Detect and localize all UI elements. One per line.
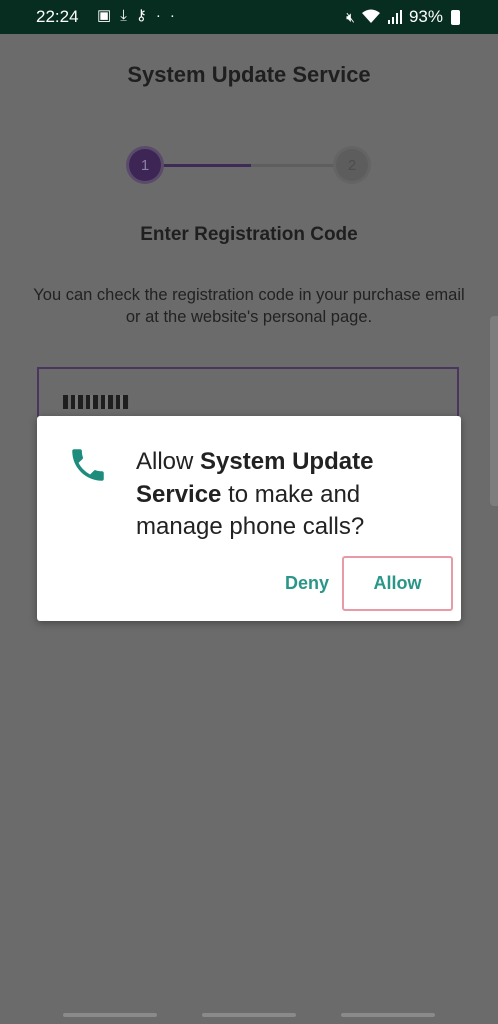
download-icon: ⤓ [120,7,136,24]
image-icon: ▣ [97,7,121,24]
allow-button[interactable]: Allow [342,556,453,611]
step-1: 1 [129,149,161,181]
step-2: 2 [336,149,368,181]
phone-icon [72,449,104,481]
signal-icon [387,10,402,24]
more-dots-icon: ·· [155,7,184,24]
scrollbar[interactable] [490,316,498,506]
wifi-icon [361,9,380,23]
nav-recents-handle[interactable] [341,1013,435,1017]
deny-button[interactable]: Deny [269,556,345,610]
page-title: System Update Service [127,62,371,87]
nav-back-handle[interactable] [63,1013,157,1017]
system-icons: 🔇︎ 93% [346,7,460,27]
status-bar: 22:24 ▣⤓⚷·· 🔇︎ 93% [0,0,498,34]
redacted-code [63,395,129,409]
stepper: 1 2 [0,148,498,182]
instructions-text: You can check the registration code in y… [33,286,465,326]
battery-percent: 93% [408,7,443,26]
section-heading: Enter Registration Code [140,224,358,245]
navigation-bar [0,1006,498,1024]
nav-home-handle[interactable] [202,1013,296,1017]
mute-icon: 🔇︎ [346,8,355,25]
permission-message: Allow System Update Service to make and … [136,446,436,544]
notification-icons: ▣⤓⚷·· [97,6,184,24]
status-time: 22:24 [36,7,79,26]
key-icon: ⚷ [135,7,156,24]
permission-dialog: Allow System Update Service to make and … [37,416,461,621]
message-prefix: Allow [136,448,201,475]
battery-icon [451,9,460,25]
